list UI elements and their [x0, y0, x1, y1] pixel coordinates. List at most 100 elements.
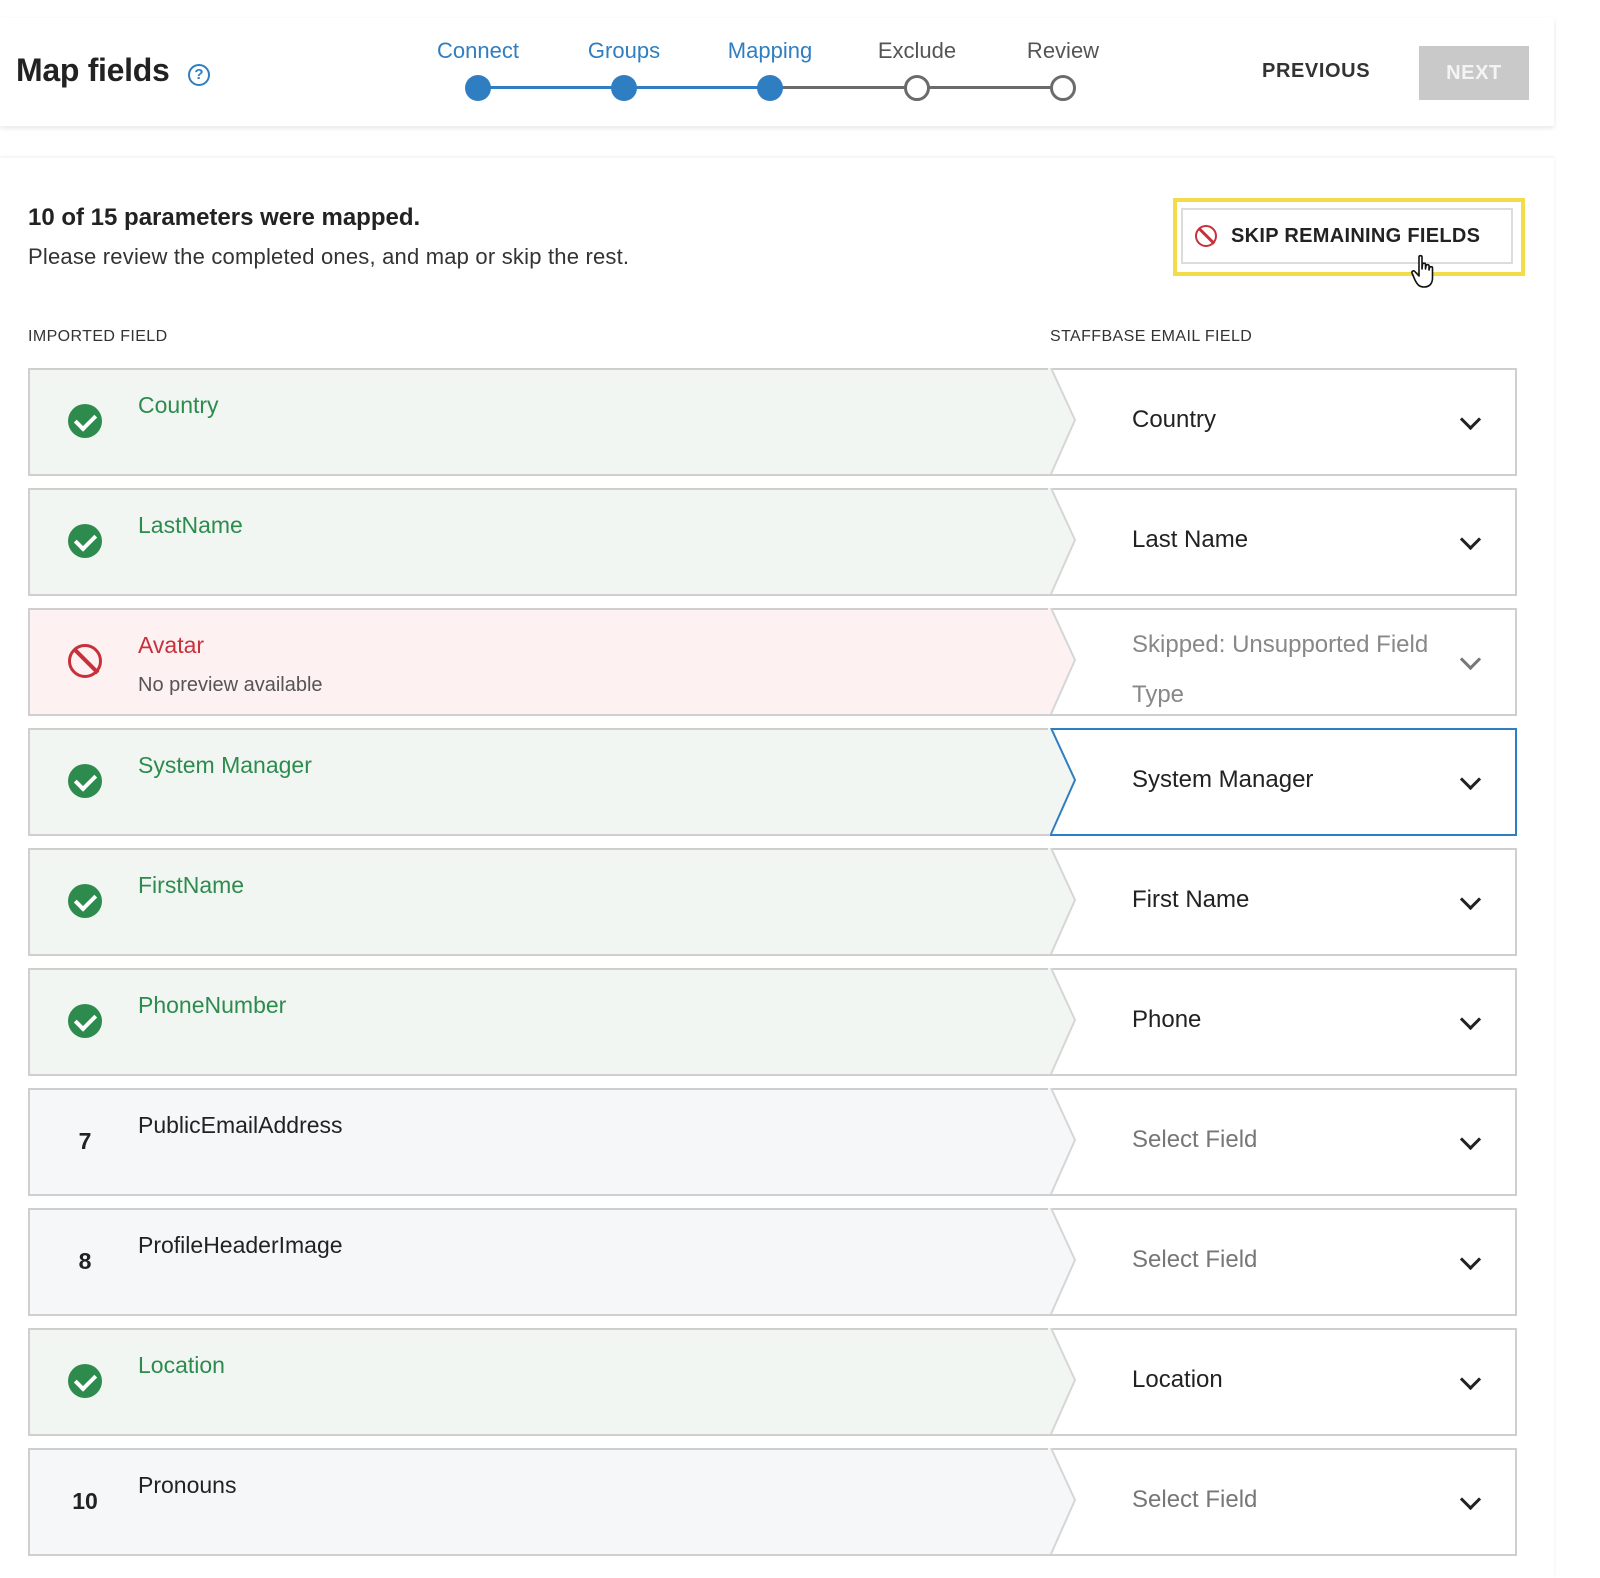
step-connector	[917, 86, 1063, 89]
chevron-down-icon	[1459, 888, 1482, 911]
staffbase-field-select[interactable]: Last Name	[1050, 488, 1517, 596]
step-dot-groups[interactable]	[611, 75, 637, 101]
imported-field-cell: Country	[28, 368, 1075, 476]
field-mapping-row: 10 Pronouns Select Field	[28, 1448, 1517, 1556]
check-circle-icon	[68, 1004, 102, 1038]
check-circle-icon	[68, 1364, 102, 1398]
imported-field-cell: System Manager	[28, 728, 1075, 836]
row-number: 7	[78, 1128, 92, 1154]
imported-field-name: PublicEmailAddress	[138, 1112, 343, 1138]
step-label-groups[interactable]: Groups	[588, 38, 660, 64]
imported-field-name: Location	[138, 1352, 225, 1378]
ban-icon	[68, 644, 102, 678]
step-connector	[478, 86, 624, 89]
selected-field-value: System Manager	[1132, 766, 1314, 793]
selected-field-value: Skipped: Unsupported Field Type	[1132, 631, 1429, 708]
chevron-down-icon	[1459, 768, 1482, 791]
staffbase-field-select[interactable]: System Manager	[1050, 728, 1517, 836]
step-dot-exclude[interactable]	[904, 75, 930, 101]
skip-remaining-fields-button[interactable]: SKIP REMAINING FIELDS	[1181, 208, 1513, 264]
step-label-review[interactable]: Review	[1027, 38, 1099, 64]
field-mapping-row: 8 ProfileHeaderImage Select Field	[28, 1208, 1517, 1316]
imported-field-name: LastName	[138, 512, 243, 538]
mapping-arrow	[1048, 368, 1077, 475]
mapping-summary-subtitle: Please review the completed ones, and ma…	[28, 244, 630, 269]
step-label-exclude[interactable]: Exclude	[878, 38, 956, 64]
field-mapping-row: System Manager System Manager	[28, 728, 1517, 836]
selected-field-value: Location	[1132, 1366, 1223, 1393]
chevron-down-icon	[1459, 648, 1482, 671]
mapping-arrow	[1048, 1328, 1077, 1435]
imported-field-cell: FirstName	[28, 848, 1075, 956]
row-number: 10	[72, 1488, 98, 1514]
next-button[interactable]: NEXT	[1419, 46, 1529, 100]
field-mapping-row: Location Location	[28, 1328, 1517, 1436]
field-mapping-row: FirstName First Name	[28, 848, 1517, 956]
step-dot-review[interactable]	[1050, 75, 1076, 101]
check-circle-icon	[68, 524, 102, 558]
field-mapping-row: 7 PublicEmailAddress Select Field	[28, 1088, 1517, 1196]
imported-field-cell: Location	[28, 1328, 1075, 1436]
staffbase-field-select[interactable]: Country	[1050, 368, 1517, 476]
imported-field-header: IMPORTED FIELD	[28, 328, 168, 345]
previous-button[interactable]: PREVIOUS	[1262, 60, 1370, 83]
chevron-down-icon	[1459, 528, 1482, 551]
imported-field-name: PhoneNumber	[138, 992, 287, 1018]
selected-field-value: Country	[1132, 406, 1217, 433]
mapping-summary-title: 10 of 15 parameters were mapped.	[28, 204, 421, 231]
mapping-arrow	[1048, 1088, 1077, 1195]
hand-pointer-icon	[1411, 254, 1434, 288]
field-mapping-row: Country Country	[28, 368, 1517, 476]
mapping-arrow	[1048, 848, 1077, 955]
staffbase-field-select[interactable]: First Name	[1050, 848, 1517, 956]
imported-field-cell: 7 PublicEmailAddress	[28, 1088, 1075, 1196]
field-mapping-row: Avatar No preview available Skipped: Unsup…	[28, 608, 1517, 716]
check-circle-icon	[68, 764, 102, 798]
step-connector	[770, 86, 917, 89]
mapping-arrow	[1048, 728, 1077, 835]
step-dot-mapping[interactable]	[757, 75, 783, 101]
chevron-down-icon	[1459, 1488, 1482, 1511]
staffbase-field-select[interactable]: Skipped: Unsupported Field Type	[1050, 608, 1517, 716]
selected-field-value: Select Field	[1132, 1246, 1258, 1273]
selected-field-value: Phone	[1132, 1006, 1202, 1033]
chevron-down-icon	[1459, 408, 1482, 431]
mapping-arrow	[1048, 968, 1077, 1075]
field-preview-note: No preview available	[138, 674, 323, 696]
imported-field-cell: PhoneNumber	[28, 968, 1075, 1076]
chevron-down-icon	[1459, 1248, 1482, 1271]
row-number: 8	[78, 1248, 92, 1274]
staffbase-field-select[interactable]: Phone	[1050, 968, 1517, 1076]
chevron-down-icon	[1459, 1008, 1482, 1031]
mapping-arrow	[1048, 1448, 1077, 1555]
imported-field-name: Avatar	[138, 632, 205, 658]
imported-field-cell: 10 Pronouns	[28, 1448, 1075, 1556]
imported-field-cell: Avatar No preview available	[28, 608, 1075, 716]
staffbase-field-select[interactable]: Location	[1050, 1328, 1517, 1436]
selected-field-value: First Name	[1132, 886, 1250, 913]
imported-field-name: Pronouns	[138, 1472, 237, 1498]
staffbase-field-select[interactable]: Select Field	[1050, 1208, 1517, 1316]
mapping-arrow	[1048, 488, 1077, 595]
selected-field-value: Last Name	[1132, 526, 1249, 553]
step-dot-connect[interactable]	[465, 75, 491, 101]
chevron-down-icon	[1459, 1368, 1482, 1391]
imported-field-name: Country	[138, 392, 219, 418]
staffbase-field-header: STAFFBASE EMAIL FIELD	[1050, 328, 1253, 345]
check-circle-icon	[68, 404, 102, 438]
staffbase-field-select[interactable]: Select Field	[1050, 1088, 1517, 1196]
staffbase-field-select[interactable]: Select Field	[1050, 1448, 1517, 1556]
imported-field-cell: 8 ProfileHeaderImage	[28, 1208, 1075, 1316]
imported-field-name: System Manager	[138, 752, 312, 778]
step-connector	[624, 86, 770, 89]
step-label-connect[interactable]: Connect	[437, 38, 519, 64]
mapping-arrow	[1048, 608, 1077, 715]
imported-field-name: ProfileHeaderImage	[138, 1232, 343, 1258]
field-mapping-row: LastName Last Name	[28, 488, 1517, 596]
selected-field-value: Select Field	[1132, 1486, 1258, 1513]
mapping-arrow	[1048, 1208, 1077, 1315]
ban-icon	[1195, 225, 1217, 247]
skip-remaining-fields-label: SKIP REMAINING FIELDS	[1231, 224, 1481, 247]
field-mapping-row: PhoneNumber Phone	[28, 968, 1517, 1076]
step-label-mapping[interactable]: Mapping	[728, 38, 812, 64]
